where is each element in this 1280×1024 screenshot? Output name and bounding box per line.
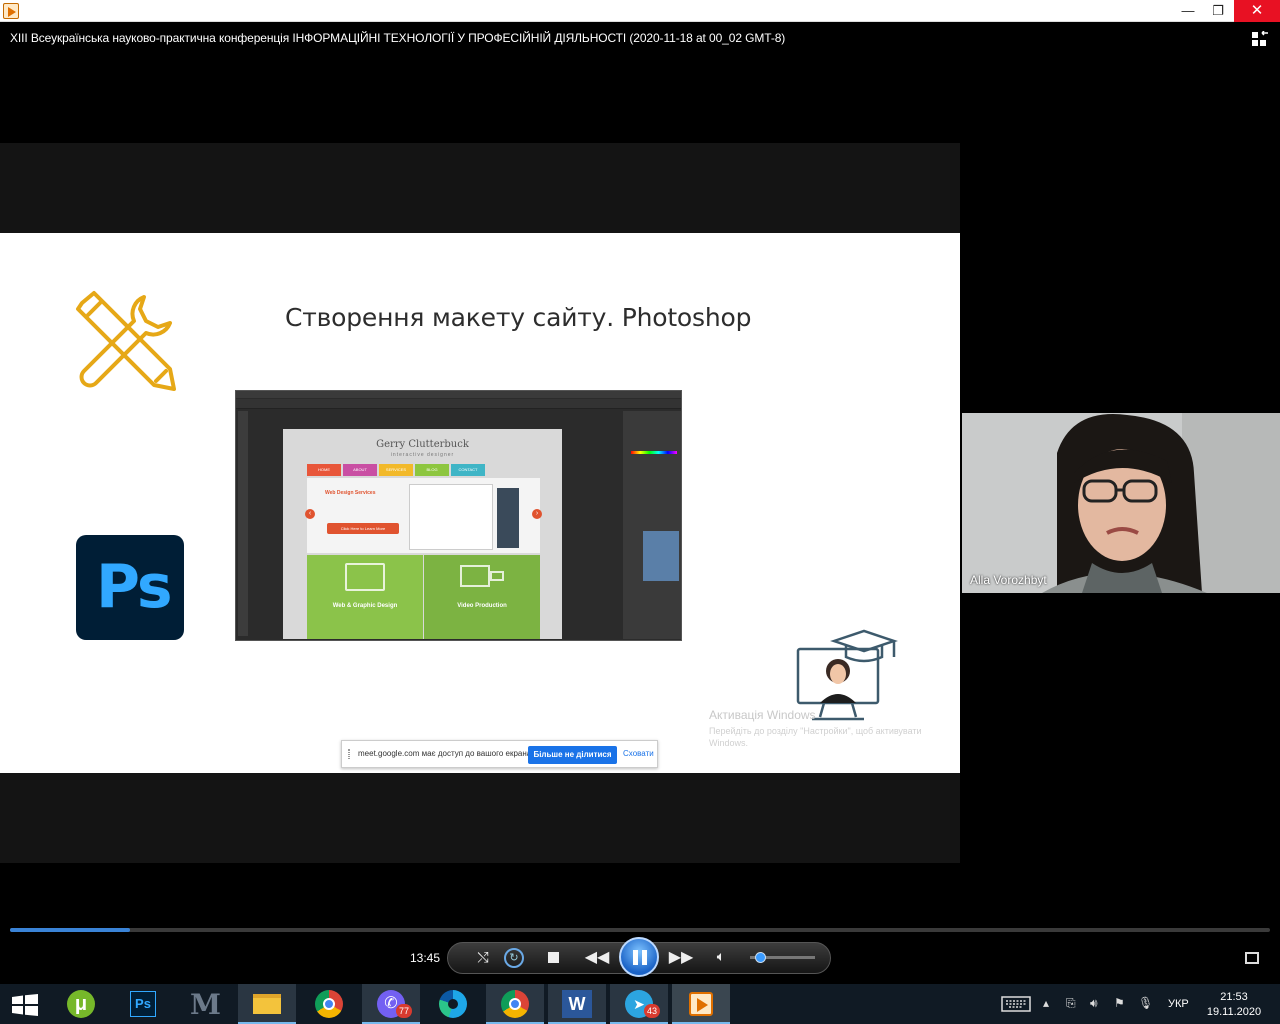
slide-letterbox-bottom [0,773,960,863]
slide-title: Створення макету сайту. Photoshop [285,303,752,332]
share-status-text: meet.google.com має доступ до вашого екр… [358,749,534,758]
windows-start-icon[interactable] [12,994,38,1016]
presentation-slide: Створення макету сайту. Photoshop Ps Ger… [0,233,960,773]
input-language[interactable]: УКР [1168,998,1189,1010]
stop-sharing-button[interactable]: Більше не ділитися [528,746,617,764]
media-player-icon [689,992,713,1016]
elapsed-time: 13:45 [410,951,441,965]
photoshop-logo: Ps [76,535,184,640]
taskbar-media-player[interactable] [672,984,730,1024]
mock-hero-title: Web Design Services [325,490,376,496]
ps-menubar [236,391,681,398]
mock-card-video: Video Production [424,555,540,639]
slide-letterbox-top [0,143,960,233]
taskbar-clock[interactable]: 21:53 19.11.2020 [1198,990,1270,1020]
taskbar-edge[interactable] [424,984,482,1024]
rewind-icon[interactable]: ◀◀ [584,947,610,967]
taskbar-app-m[interactable]: M [176,984,234,1024]
taskbar-utorrent[interactable]: μ [52,984,110,1024]
participant-video-frame [962,413,1280,593]
mock-nav-item: ABOUT [343,464,377,476]
microphone-icon[interactable]: 🎙︎ [1138,996,1153,1010]
video-title: XIII Всеукраїнська науково-практична кон… [10,31,786,45]
taskbar-chrome-profile[interactable] [486,984,544,1024]
repeat-icon[interactable]: ↻ [504,948,524,968]
photoshop-screenshot: Gerry Clutterbuck interactive designer H… [235,390,682,641]
mock-nav-item: CONTACT [451,464,485,476]
mock-card1-label: Web & Graphic Design [332,603,398,609]
taskbar-photoshop[interactable]: Ps [114,984,172,1024]
mock-site-name: Gerry Clutterbuck [376,439,469,450]
screen-share-bar: meet.google.com має доступ до вашого екр… [341,740,658,768]
participant-name: Alla Vorozhbyt [970,573,1047,587]
taskbar-file-explorer[interactable] [238,984,296,1024]
fast-forward-icon[interactable]: ▶▶ [668,947,694,967]
photoshop-logo-text: Ps [96,552,173,622]
telegram-badge: 43 [643,1004,660,1018]
ps-toolbar [238,411,248,636]
photoshop-icon: Ps [130,991,156,1017]
taskbar-telegram[interactable]: ➤ 43 [610,984,668,1024]
taskbar-viber[interactable]: ✆ 77 [362,984,420,1024]
drag-handle-icon[interactable] [348,749,350,759]
mock-card-web-design: Web & Graphic Design [307,555,423,639]
stop-icon[interactable] [548,952,559,963]
mock-hero-button: Click Here to Learn More [327,523,399,534]
pencil-wrench-icon [76,291,176,391]
participant-video-tile[interactable]: Alla Vorozhbyt [962,413,1280,593]
restore-button[interactable]: ❐ [1204,0,1232,22]
mock-site-nav: HOME ABOUT SERVICES BLOG CONTACT [307,464,487,476]
clock-time: 21:53 [1220,991,1248,1003]
clock-date: 19.11.2020 [1206,1006,1262,1018]
volume-icon[interactable]: 🔈︎ [713,948,729,965]
folder-icon [253,994,281,1014]
window-titlebar: — ❐ ✕ [0,0,1280,22]
speaker-icon[interactable]: 🔊︎ [1090,996,1098,1011]
mock-nav-item: HOME [307,464,341,476]
m-app-icon: M [190,988,221,1021]
mock-site-subtitle: interactive designer [390,452,455,458]
mock-card2-label: Video Production [457,603,507,609]
seek-progress [10,928,130,932]
viber-badge: 77 [395,1004,412,1018]
utorrent-icon: μ [67,990,95,1018]
word-icon: W [562,990,592,1018]
mock-nav-item: BLOG [415,464,449,476]
taskbar-chrome[interactable] [300,984,358,1024]
mock-site-hero: Web Design Services Click Here to Learn … [305,478,542,553]
seek-bar[interactable] [10,928,1270,932]
ps-canvas: Gerry Clutterbuck interactive designer H… [283,429,562,639]
windows-activation-title: Активація Windows [709,708,816,722]
minimize-button[interactable]: — [1174,0,1202,22]
switch-to-compact-icon[interactable] [1245,952,1259,964]
volume-knob[interactable] [754,952,766,963]
ps-layers-panel [623,411,681,639]
ps-options-bar [236,399,681,409]
show-hidden-icons-icon[interactable]: ▴ [1043,996,1049,1010]
close-button[interactable]: ✕ [1234,0,1280,22]
mock-prev-arrow: ‹ [305,509,315,519]
edge-icon [439,990,467,1018]
action-center-flag-icon[interactable]: ⚑ [1114,996,1125,1010]
pause-button[interactable] [619,937,659,977]
shuffle-icon[interactable]: ⤭ [474,949,492,966]
taskbar-word[interactable]: W [548,984,606,1024]
mock-next-arrow: › [532,509,542,519]
media-player-app-icon[interactable] [3,3,19,19]
hide-share-bar-link[interactable]: Сховати [623,749,654,758]
network-icon[interactable]: ⎘ [1066,996,1076,1011]
mock-nav-item: SERVICES [379,464,413,476]
chrome-icon [315,990,343,1018]
chrome-profile-icon [501,990,529,1018]
touch-keyboard-icon[interactable] [1001,996,1031,1012]
mock-hero-button-label: Click Here to Learn More [340,526,386,531]
switch-layout-icon[interactable] [1251,31,1269,47]
windows-taskbar: μ Ps M ✆ 77 W ➤ 43 [0,984,1280,1024]
windows-activation-text: Перейдіть до розділу "Настройки", щоб ак… [709,726,922,748]
